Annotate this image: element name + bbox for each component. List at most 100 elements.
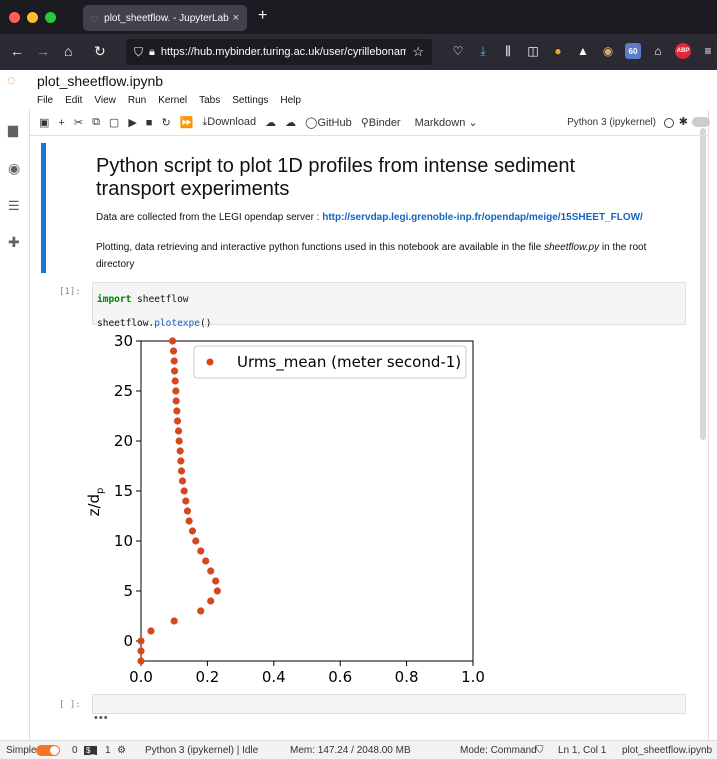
add-cell-icon[interactable]: + xyxy=(58,117,64,129)
menu-settings[interactable]: Settings xyxy=(232,92,268,110)
simple-mode-toggle[interactable] xyxy=(36,745,60,756)
downloads-icon[interactable]: ⤓ xyxy=(475,43,491,59)
binder-button[interactable]: ⚲Binder xyxy=(361,116,401,129)
extension-face-icon[interactable]: ◉ xyxy=(600,43,616,59)
cloud-upload-icon[interactable]: ☁ xyxy=(285,116,296,129)
data-point xyxy=(192,537,200,545)
menu-tabs[interactable]: Tabs xyxy=(199,92,220,110)
back-arrow-icon[interactable]: ← xyxy=(10,43,24,59)
window-close-button[interactable] xyxy=(9,12,20,23)
cell-type-select[interactable]: Markdown ⌄ xyxy=(415,116,478,129)
download-button[interactable]: ⤓Download xyxy=(202,116,256,129)
extension-puzzle-icon[interactable]: ✚ xyxy=(8,234,20,251)
cursor-position[interactable]: Ln 1, Col 1 xyxy=(558,745,606,756)
bookmark-star-icon[interactable]: ☆ xyxy=(412,44,424,60)
x-tick-label: 1.0 xyxy=(461,668,485,686)
firefox-account-icon[interactable]: ● xyxy=(550,43,566,59)
data-point xyxy=(207,567,215,575)
y-tick-label: 0 xyxy=(123,632,133,650)
fast-forward-icon[interactable]: ⏩ xyxy=(180,116,194,129)
paste-icon[interactable]: ▢ xyxy=(109,116,119,129)
forward-arrow-icon[interactable]: → xyxy=(36,43,50,59)
notebook-scrollbar[interactable] xyxy=(700,128,706,440)
home-icon[interactable]: ⌂ xyxy=(64,43,72,59)
kernels-count[interactable]: 1 xyxy=(105,745,111,756)
data-point xyxy=(172,397,180,405)
menu-run[interactable]: Run xyxy=(128,92,146,110)
kernel-status-icon xyxy=(664,118,674,128)
menu-edit[interactable]: Edit xyxy=(65,92,82,110)
running-kernels-icon[interactable]: ◉ xyxy=(8,160,20,177)
terminals-count[interactable]: 0 xyxy=(72,745,78,756)
bug-icon[interactable]: ✱ xyxy=(679,115,688,128)
window-maximize-button[interactable] xyxy=(45,12,56,23)
browser-tab-active[interactable]: ◌ plot_sheetflow. - JupyterLab × xyxy=(83,5,247,31)
data-point xyxy=(171,377,179,385)
y-tick-label: 10 xyxy=(114,532,133,550)
x-tick-label: 0.6 xyxy=(328,668,352,686)
browser-nav-bar: ← → ⌂ ↻ ⛉ 🔒︎ https://hub.mybinder.turing… xyxy=(0,34,717,70)
cell-prompt: [ ]: xyxy=(59,700,81,710)
url-bar[interactable]: ⛉ 🔒︎ https://hub.mybinder.turing.ac.uk/u… xyxy=(126,39,432,65)
cut-icon[interactable]: ✂ xyxy=(74,116,83,129)
save-icon[interactable]: ▣ xyxy=(39,116,49,129)
copy-icon[interactable]: ⧉ xyxy=(92,116,100,129)
library-icon[interactable]: ⫼ xyxy=(500,43,516,59)
data-point xyxy=(188,527,197,535)
github-button[interactable]: ◯GitHub xyxy=(305,116,352,129)
window-minimize-button[interactable] xyxy=(27,12,38,23)
menu-file[interactable]: File xyxy=(37,92,53,110)
reload-icon[interactable]: ↻ xyxy=(94,43,106,60)
tab-close-icon[interactable]: × xyxy=(233,12,239,24)
graduation-cap-icon[interactable]: ⌂ xyxy=(650,43,666,59)
sidebar-icon[interactable]: ◫ xyxy=(525,43,541,59)
browser-tab-title: plot_sheetflow. - JupyterLab xyxy=(104,12,229,24)
pocket-icon[interactable]: ♡ xyxy=(450,43,466,59)
stop-icon[interactable]: ■ xyxy=(146,117,153,129)
restart-icon[interactable]: ↻ xyxy=(161,116,170,129)
extension-icon[interactable]: ▲ xyxy=(575,43,591,59)
left-sidebar: ▆ ◉ ☰ ✚ xyxy=(0,110,30,740)
y-tick-label: 15 xyxy=(114,482,133,500)
empty-code-cell[interactable] xyxy=(92,694,686,714)
browser-menu-icon[interactable]: ≡ xyxy=(700,43,716,59)
kernel-gear-icon: ⚙ xyxy=(117,745,126,756)
markdown-heading: Python script to plot 1D profiles from i… xyxy=(96,155,576,200)
notebook-title[interactable]: plot_sheetflow.ipynb xyxy=(37,73,163,89)
data-point xyxy=(174,427,183,435)
menu-kernel[interactable]: Kernel xyxy=(158,92,187,110)
legend: Urms_mean (meter second-1) xyxy=(193,345,467,379)
legend-label: Urms_mean (meter second-1) xyxy=(237,353,461,372)
extension-badge-icon[interactable]: 60 xyxy=(625,43,641,59)
url-text: https://hub.mybinder.turing.ac.uk/user/c… xyxy=(160,46,407,58)
simple-mode-label: Simple xyxy=(6,745,37,756)
data-point xyxy=(170,617,178,625)
data-point xyxy=(185,517,193,525)
data-point xyxy=(176,447,184,455)
adblock-icon[interactable]: ABP xyxy=(675,43,691,59)
cloud-download-icon[interactable]: ☁ xyxy=(265,116,276,129)
debugger-toggle[interactable] xyxy=(692,117,710,127)
data-point xyxy=(197,547,205,555)
new-tab-button[interactable]: + xyxy=(258,7,267,25)
data-point xyxy=(169,347,178,355)
menu-help[interactable]: Help xyxy=(280,92,301,110)
run-icon[interactable]: ▶ xyxy=(128,116,136,129)
y-tick-label: 30 xyxy=(114,332,133,350)
svg-text:z/dp: z/dp xyxy=(85,488,106,517)
folder-icon[interactable]: ▆ xyxy=(8,122,18,138)
data-point xyxy=(170,357,178,365)
data-point xyxy=(183,507,192,515)
opendap-link[interactable]: http://servdap.legi.grenoble-inp.fr/open… xyxy=(322,212,643,223)
jupyter-logo-icon[interactable]: ◌ xyxy=(7,72,16,89)
tracking-shield-icon[interactable]: ⛉ xyxy=(134,45,143,60)
more-options-icon[interactable]: ••• xyxy=(94,712,109,724)
kernel-status[interactable]: Python 3 (ipykernel) | Idle xyxy=(145,745,258,756)
code-cell-input[interactable]: import sheetflow sheetflow.plotexpe() xyxy=(92,282,686,329)
menu-view[interactable]: View xyxy=(94,92,116,110)
lock-icon[interactable]: 🔒︎ xyxy=(149,46,155,59)
trusted-shield-icon[interactable]: ⛉ xyxy=(536,745,544,756)
table-of-contents-icon[interactable]: ☰ xyxy=(8,198,20,214)
data-point xyxy=(213,587,221,595)
kernel-name[interactable]: Python 3 (ipykernel) xyxy=(567,117,656,128)
